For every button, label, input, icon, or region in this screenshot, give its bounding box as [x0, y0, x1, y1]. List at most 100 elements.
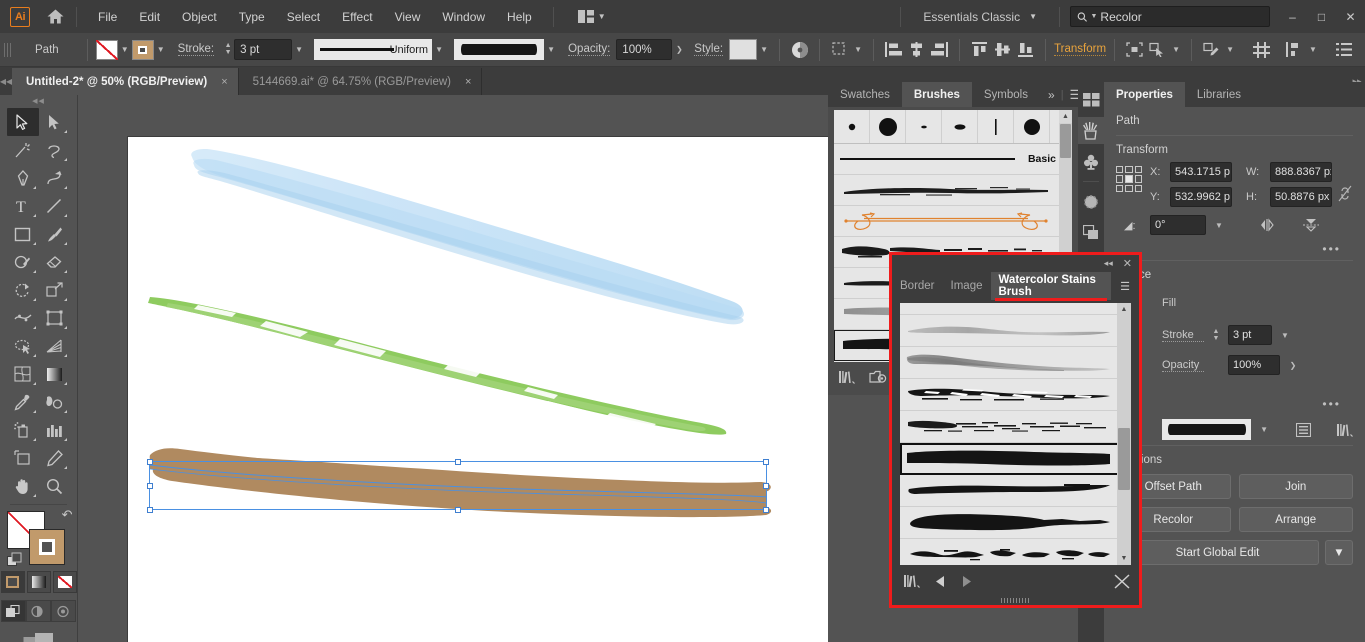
transform-panel-link[interactable]: Transform [1054, 43, 1106, 56]
unlink-proportions-icon[interactable] [1337, 184, 1353, 203]
stroke-options-icon[interactable] [1296, 423, 1311, 437]
brush-libraries-icon[interactable] [839, 370, 855, 384]
remove-brush-icon[interactable] [1114, 574, 1131, 589]
scroll-down-icon[interactable]: ▼ [1117, 552, 1131, 565]
menu-window[interactable]: Window [431, 6, 496, 28]
none-mode-button[interactable] [53, 571, 77, 593]
watercolor-item-tapered-black-stroke[interactable] [900, 475, 1122, 507]
document-tab-5144669[interactable]: 5144669.ai* @ 64.75% (RGB/Preview) × [239, 68, 483, 95]
close-button[interactable]: ✕ [1336, 0, 1365, 33]
stroke-weight-chevron-down-icon[interactable]: ▼ [1278, 325, 1292, 345]
watercolor-item-broken-black-speckle[interactable] [900, 539, 1122, 565]
tab-libraries[interactable]: Libraries [1185, 82, 1253, 107]
default-fill-stroke-icon[interactable] [7, 552, 22, 567]
stroke-weight-chevron-down-icon[interactable]: ▼ [292, 40, 306, 60]
distribute-spacing-icon[interactable] [1283, 38, 1306, 61]
select-similar-chevron-icon[interactable]: ▼ [851, 40, 865, 60]
transform-more-options[interactable]: ••• [1116, 240, 1353, 258]
menu-type[interactable]: Type [228, 6, 276, 28]
close-icon[interactable]: × [465, 76, 471, 88]
x-field[interactable]: 543.1715 p [1170, 162, 1232, 182]
draw-behind-button[interactable] [26, 600, 51, 622]
direct-selection-tool[interactable] [39, 108, 71, 136]
calligraphic-brush-5[interactable] [978, 110, 1014, 143]
selection-handle-bl[interactable] [147, 507, 153, 513]
distribute-chevron-icon[interactable]: ▼ [1306, 40, 1320, 60]
selection-handle-tr[interactable] [763, 459, 769, 465]
transparency-panel-icon[interactable] [1078, 219, 1104, 246]
control-bar-grip[interactable] [4, 40, 13, 60]
floating-panel-menu-icon[interactable]: ☰ [1111, 272, 1139, 300]
canvas-area[interactable] [78, 95, 828, 642]
lasso-tool[interactable] [39, 136, 71, 164]
scrollbar-thumb[interactable] [1118, 428, 1130, 490]
next-brush-icon[interactable] [961, 575, 972, 588]
angle-field[interactable]: 0° [1150, 215, 1206, 235]
select-behind-chevron-icon[interactable]: ▼ [1169, 40, 1183, 60]
stroke-weight-stepper[interactable]: ▲▼ [222, 43, 234, 56]
free-transform-tool[interactable] [39, 304, 71, 332]
tab-watercolor-stains-brush[interactable]: Watercolor Stains Brush [991, 272, 1112, 300]
opacity-field[interactable]: 100% [1228, 355, 1280, 375]
opacity-expand-icon[interactable]: ❯ [672, 40, 686, 60]
arrange-documents-button[interactable]: ▼ [572, 7, 612, 26]
artboard[interactable] [128, 137, 828, 642]
scroll-up-icon[interactable]: ▲ [1117, 303, 1131, 316]
search-box[interactable]: ▼ [1070, 6, 1270, 27]
rotate-tool[interactable] [7, 276, 39, 304]
screen-mode-button[interactable] [0, 632, 77, 642]
flip-vertical-icon[interactable] [1302, 218, 1320, 232]
start-global-edit-button[interactable]: Start Global Edit [1116, 540, 1319, 565]
menu-effect[interactable]: Effect [331, 6, 383, 28]
gradient-mode-button[interactable] [27, 571, 51, 593]
color-panel-icon[interactable] [1078, 86, 1104, 113]
brush-item-basic[interactable]: Basic [834, 144, 1062, 175]
watercolor-item-blank-top[interactable] [900, 303, 1122, 315]
recolor-artwork-icon[interactable] [788, 38, 811, 61]
menu-select[interactable]: Select [276, 6, 331, 28]
opacity-label[interactable]: Opacity: [568, 43, 610, 56]
close-icon[interactable]: × [221, 76, 227, 88]
selection-handle-ml[interactable] [147, 483, 153, 489]
mesh-tool[interactable] [7, 360, 39, 388]
floating-panel-titlebar[interactable]: ◂◂ ✕ [892, 255, 1139, 272]
scale-tool[interactable] [39, 276, 71, 304]
draw-inside-button[interactable] [51, 600, 76, 622]
eraser-tool[interactable] [39, 248, 71, 276]
tab-image[interactable]: Image [943, 272, 991, 300]
arrange-button[interactable]: Arrange [1239, 507, 1354, 532]
align-middle-vertical-icon[interactable] [991, 38, 1014, 61]
symbols-panel-icon[interactable] [1078, 148, 1104, 175]
selection-handle-tc[interactable] [455, 459, 461, 465]
stroke-profile-preview[interactable]: Uniform [314, 39, 432, 60]
tab-border[interactable]: Border [892, 272, 943, 300]
align-to-grid-icon[interactable] [1250, 38, 1273, 61]
stroke-color-swatch[interactable] [132, 40, 154, 60]
style-chevron-down-icon[interactable]: ▼ [757, 40, 771, 60]
tab-properties[interactable]: Properties [1104, 82, 1185, 107]
appearance-more-options[interactable]: ••• [1116, 395, 1353, 413]
stroke-label[interactable]: Stroke [1162, 329, 1204, 342]
previous-brush-icon[interactable] [935, 575, 946, 588]
calligraphic-brush-3[interactable] [906, 110, 942, 143]
stroke-weight-field[interactable]: 3 pt [1228, 325, 1272, 345]
symbol-sprayer-tool[interactable] [7, 416, 39, 444]
home-icon[interactable] [44, 6, 66, 28]
stroke-weight-field[interactable]: 3 pt [234, 39, 292, 60]
selection-handle-mr[interactable] [763, 483, 769, 489]
calligraphic-brush-4[interactable] [942, 110, 978, 143]
opacity-expand-icon[interactable]: ❯ [1286, 355, 1300, 375]
line-segment-tool[interactable] [39, 192, 71, 220]
menu-edit[interactable]: Edit [128, 6, 171, 28]
tab-brushes[interactable]: Brushes [902, 82, 972, 107]
shaper-tool[interactable] [7, 248, 39, 276]
style-label[interactable]: Style: [694, 43, 723, 56]
selection-handle-bc[interactable] [455, 507, 461, 513]
edit-toolbar-chevron-icon[interactable]: ▼ [1223, 40, 1237, 60]
brush-item-charcoal-thin[interactable] [834, 175, 1062, 206]
slice-tool[interactable] [39, 444, 71, 472]
y-field[interactable]: 532.9962 p [1170, 187, 1232, 207]
align-right-icon[interactable] [928, 38, 951, 61]
fill-chevron-down-icon[interactable]: ▼ [118, 40, 132, 60]
tab-swatches[interactable]: Swatches [828, 82, 902, 107]
